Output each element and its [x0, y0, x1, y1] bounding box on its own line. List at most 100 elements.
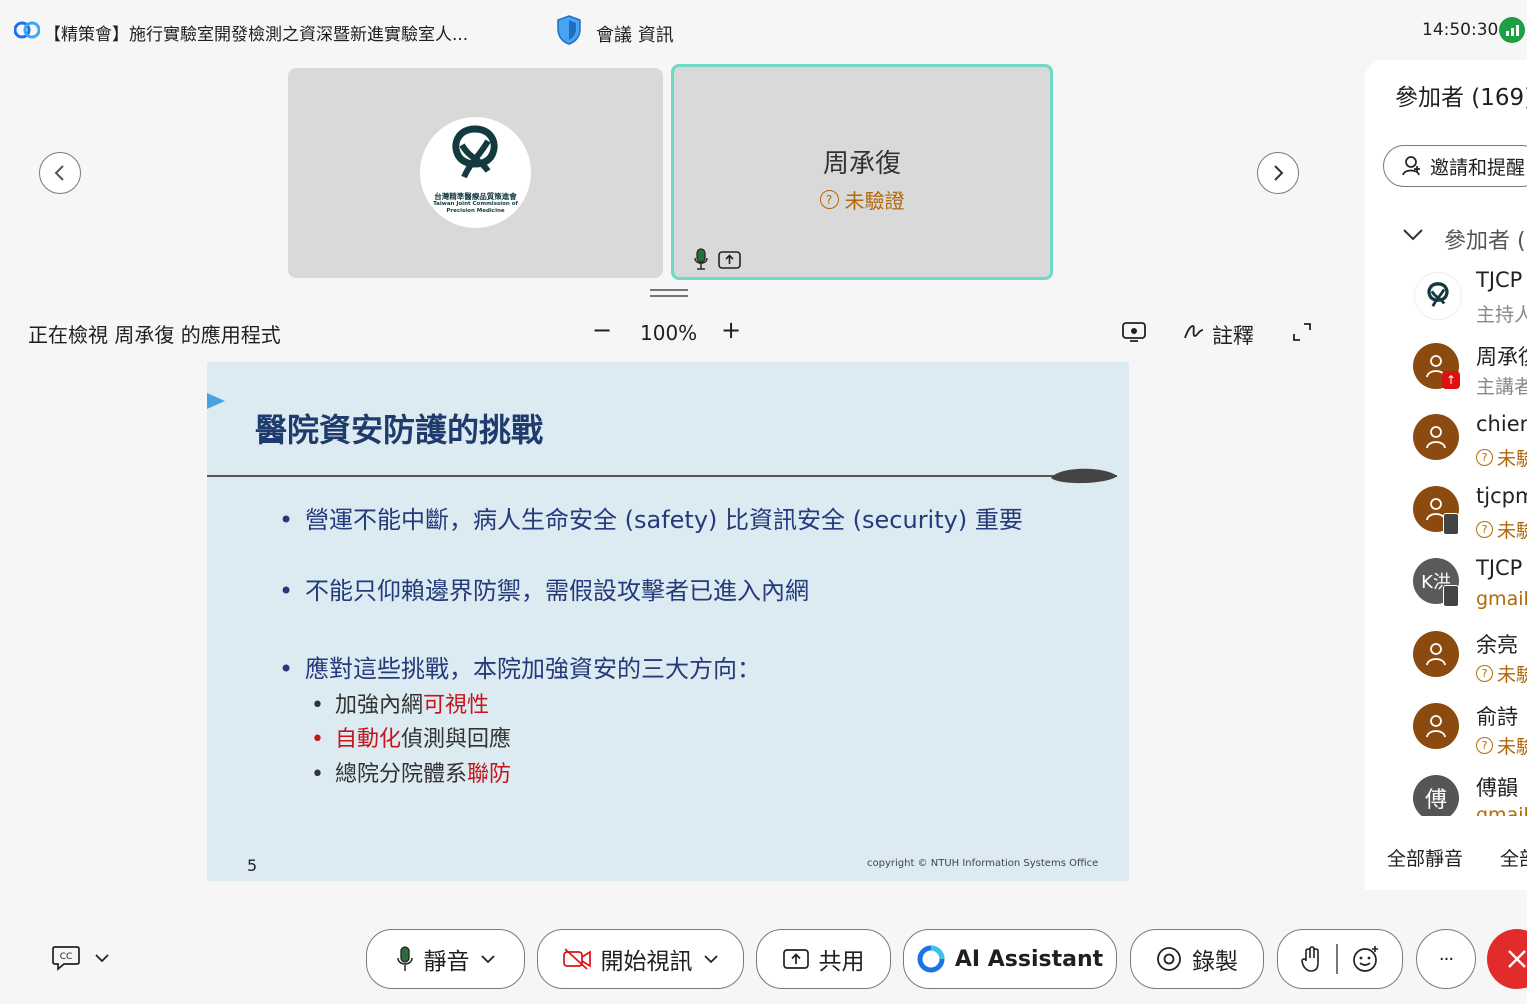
webex-logo — [14, 21, 40, 39]
resize-handle[interactable] — [650, 288, 688, 298]
record-button[interactable]: 錄製 — [1130, 929, 1264, 989]
subbullet1-text: 加強內網 — [335, 693, 424, 718]
bullet2: • 不能只仰賴邊界防禦，需假設攻擊者已進入內網 — [279, 577, 809, 605]
clock: 14:50:30 — [1422, 20, 1499, 40]
avatar — [1413, 631, 1459, 677]
reactions-button[interactable] — [1277, 929, 1403, 989]
participant-status: ?未驗證 — [1476, 444, 1527, 471]
title-bar: 【精策會】施行實驗室開發檢測之資深暨新進實驗室人... 會議 資訊 14:50:… — [0, 0, 1527, 60]
unverified-icon: ? — [1476, 521, 1493, 538]
chevron-right-icon — [1274, 165, 1284, 181]
divider — [1336, 944, 1338, 974]
shared-slide: 醫院資安防護的挑戰 • 營運不能中斷，病人生命安全 (safety) 比資訊安全 … — [207, 362, 1129, 881]
mobile-badge-icon — [1443, 513, 1459, 535]
video-tile-host[interactable]: 台灣精準醫療品質策進會 Taiwan Joint Commission of P… — [288, 68, 663, 278]
cc-button[interactable]: CC — [52, 945, 110, 971]
chevron-down-icon — [703, 955, 718, 964]
participant-role-text: 主持人 — [1476, 304, 1527, 326]
zoom-out-button[interactable]: − — [592, 316, 612, 344]
window-icon[interactable] — [1122, 322, 1146, 342]
invite-button[interactable]: 邀請和提醒 — [1383, 145, 1527, 187]
shield-icon[interactable] — [556, 14, 582, 46]
participant-name[interactable]: 余亮 — [1476, 629, 1518, 659]
ai-label: AI Assistant — [954, 946, 1104, 972]
start-video-button[interactable]: 開始視訊 — [537, 929, 744, 989]
logo-text-en2: Precision Medicine — [446, 208, 505, 214]
participant-status: ?未驗證 — [1476, 732, 1527, 759]
chevron-down-icon — [95, 954, 109, 963]
share-icon — [782, 949, 809, 969]
invite-label: 邀請和提醒 — [1430, 156, 1526, 179]
participant-name[interactable]: TJCP — [1476, 556, 1522, 580]
participant-name[interactable]: TJCP — [1476, 268, 1522, 292]
participant-email-text: gmail — [1476, 588, 1527, 610]
participant-email: gmail — [1476, 588, 1527, 610]
participant-name[interactable]: tjcpm — [1476, 484, 1527, 508]
sharing-badge-icon: ↑ — [1442, 371, 1460, 389]
video-label: 開始視訊 — [600, 949, 693, 975]
participant-row-clip: 傅 傅韻 gmail — [1365, 770, 1527, 816]
tjcpm-logo-icon — [1427, 282, 1449, 307]
avatar — [1413, 414, 1459, 460]
participant-status-text: 未驗證 — [1497, 520, 1527, 542]
zoom-in-button[interactable]: + — [721, 316, 741, 344]
mute-all-button[interactable]: 全部靜音 — [1387, 844, 1463, 871]
subbullet1-highlight: 可視性 — [423, 693, 490, 718]
participant-status: ?未驗證 — [1476, 516, 1527, 543]
participant-status: ?未驗證 — [1476, 660, 1527, 687]
ai-assistant-button[interactable]: AI Assistant — [903, 929, 1117, 989]
unmute-all-button[interactable]: 全部 — [1500, 844, 1527, 871]
slide-title-rule — [207, 475, 1117, 477]
avatar — [1414, 272, 1462, 320]
subbullet2: • 自動化偵測與回應 — [311, 727, 512, 752]
participant-name[interactable]: chien — [1476, 412, 1527, 436]
participant-status-text: 未驗證 — [1497, 736, 1527, 758]
participant-status-text: 未驗證 — [1497, 448, 1527, 470]
share-label: 共用 — [818, 949, 865, 975]
more-options-button[interactable]: ··· — [1416, 929, 1476, 989]
person-add-icon — [1402, 156, 1420, 176]
share-icon — [718, 251, 741, 269]
close-icon — [1508, 950, 1526, 968]
participants-header: 參加者 (169) — [1395, 78, 1527, 112]
speaker-name: 周承復 — [822, 149, 901, 179]
leave-meeting-button[interactable] — [1487, 929, 1527, 989]
meeting-info-link[interactable]: 會議 資訊 — [596, 21, 674, 47]
slide-marker-icon — [207, 393, 225, 409]
video-off-icon — [562, 948, 591, 970]
annotate-label[interactable]: 註釋 — [1212, 320, 1254, 350]
subbullet3-highlight: 聯防 — [467, 762, 512, 787]
avatar-initials: 傅 — [1424, 788, 1447, 813]
mute-button[interactable]: 靜音 — [366, 929, 525, 989]
bullet3-text: 應對這些挑戰，本院加強資安的三大方向： — [305, 655, 761, 683]
cc-icon: CC — [52, 946, 80, 971]
more-label: ··· — [1438, 948, 1454, 970]
participant-name[interactable]: 俞詩 — [1476, 701, 1518, 731]
chevron-down-icon[interactable] — [1402, 228, 1424, 242]
video-tile-speaker[interactable]: 周承復 ? 未驗證 — [671, 64, 1053, 280]
mic-icon — [396, 946, 413, 971]
participant-role-text: 主講者 — [1476, 376, 1527, 398]
subbullet2-highlight: 自動化 — [335, 727, 402, 752]
unverified-icon: ? — [1476, 449, 1493, 466]
participant-name[interactable]: 周承復 — [1476, 341, 1527, 371]
participants-section-label[interactable]: 參加者 ( — [1444, 223, 1527, 255]
participant-email: gmail — [1476, 804, 1527, 816]
participant-name[interactable]: 傅韻 — [1476, 772, 1518, 802]
share-button[interactable]: 共用 — [756, 929, 891, 989]
host-logo: 台灣精準醫療品質策進會 Taiwan Joint Commission of P… — [420, 117, 531, 228]
signal-icon[interactable] — [1499, 17, 1525, 43]
fullscreen-icon[interactable] — [1292, 322, 1312, 342]
logo-text-en1: Taiwan Joint Commission of — [433, 201, 518, 207]
person-icon — [1426, 643, 1446, 666]
emoji-icon — [1352, 946, 1378, 972]
next-page-button[interactable] — [1257, 152, 1299, 194]
prev-page-button[interactable] — [39, 152, 81, 194]
slide-page-number: 5 — [247, 856, 258, 875]
zoom-level: 100% — [640, 321, 698, 345]
section-label-text: 參加者 ( — [1444, 229, 1526, 254]
unverified-icon: ? — [1476, 665, 1493, 682]
tjcpm-logo-icon — [452, 125, 498, 179]
annotate-icon[interactable] — [1183, 322, 1205, 342]
ai-icon — [917, 945, 945, 973]
